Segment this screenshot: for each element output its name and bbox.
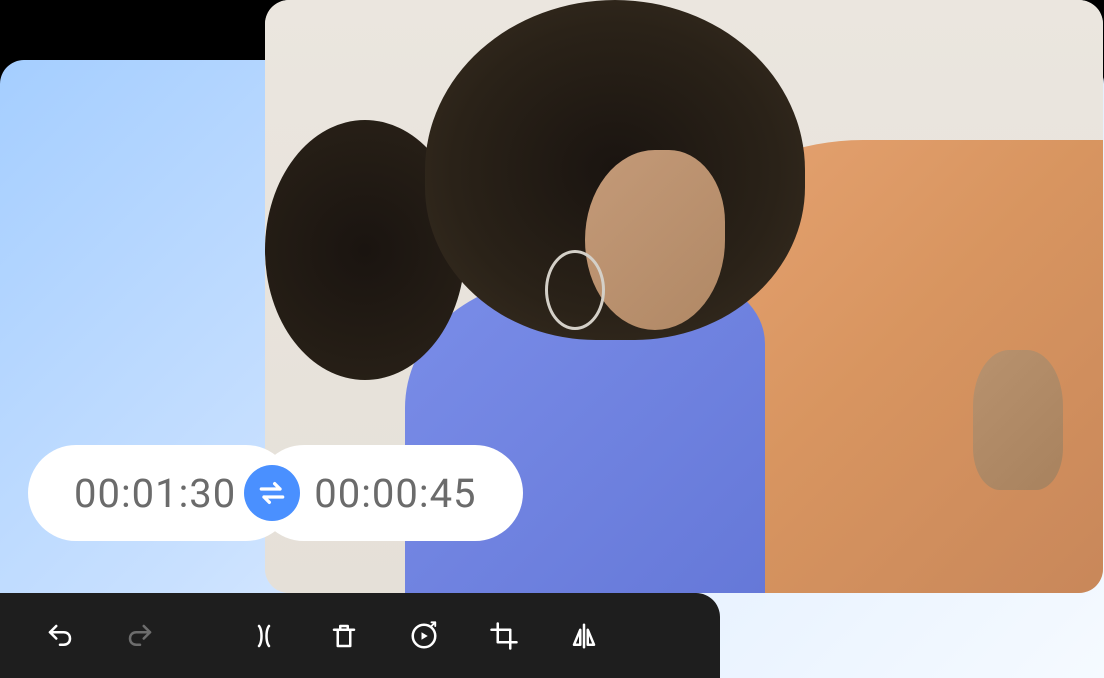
crop-button[interactable]	[468, 606, 540, 666]
swap-button[interactable]	[244, 465, 300, 521]
mirror-button[interactable]	[548, 606, 620, 666]
redo-button[interactable]	[104, 606, 176, 666]
mirror-icon	[569, 621, 599, 651]
split-button[interactable]	[228, 606, 300, 666]
time-swap-control: 00:01:30 00:00:45	[28, 445, 523, 541]
trash-icon	[329, 621, 359, 651]
undo-button[interactable]	[24, 606, 96, 666]
speed-icon	[409, 621, 439, 651]
time-right-value: 00:00:45	[314, 470, 476, 517]
figure-earring	[545, 250, 605, 330]
split-icon	[249, 621, 279, 651]
editor-toolbar	[0, 593, 720, 678]
speed-button[interactable]	[388, 606, 460, 666]
redo-icon	[125, 621, 155, 651]
swap-icon	[256, 477, 288, 509]
time-left-value: 00:01:30	[74, 470, 236, 517]
delete-button[interactable]	[308, 606, 380, 666]
figure-face	[585, 150, 725, 330]
undo-icon	[45, 621, 75, 651]
crop-icon	[489, 621, 519, 651]
figure-arm	[973, 350, 1063, 490]
